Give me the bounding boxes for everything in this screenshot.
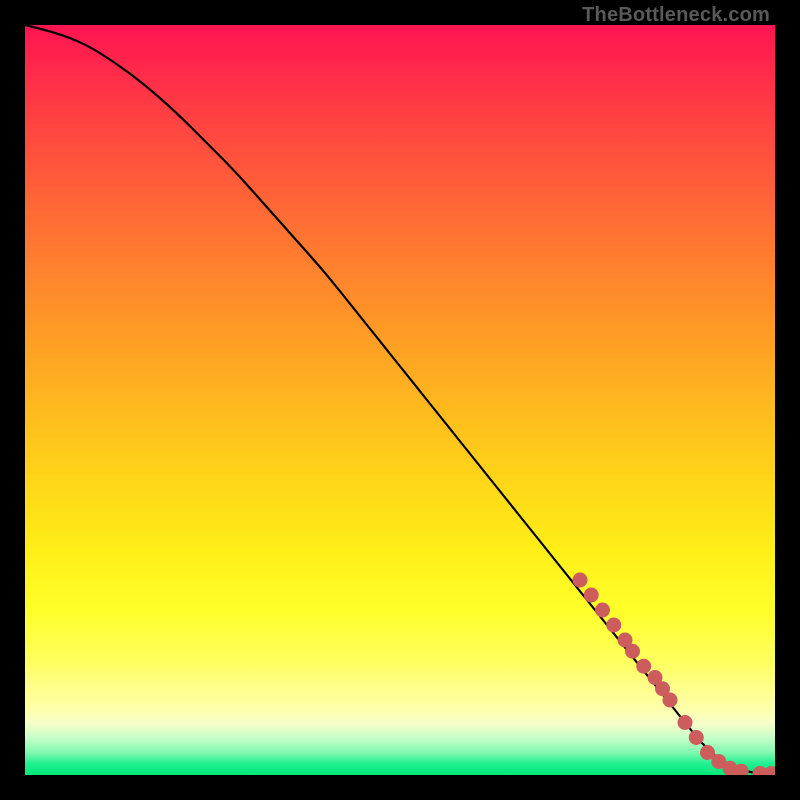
marker-point — [689, 730, 704, 745]
plot-area — [25, 25, 775, 775]
marker-point — [764, 766, 775, 775]
marker-point — [573, 573, 588, 588]
marker-point — [678, 715, 693, 730]
curve-layer — [25, 25, 775, 775]
marker-point — [636, 659, 651, 674]
watermark-text: TheBottleneck.com — [582, 4, 770, 27]
marker-point — [606, 618, 621, 633]
marker-point — [595, 603, 610, 618]
marker-group — [573, 573, 776, 776]
marker-point — [584, 588, 599, 603]
bottleneck-curve — [25, 25, 775, 774]
marker-point — [663, 693, 678, 708]
chart-frame: TheBottleneck.com — [0, 0, 800, 800]
marker-point — [625, 644, 640, 659]
